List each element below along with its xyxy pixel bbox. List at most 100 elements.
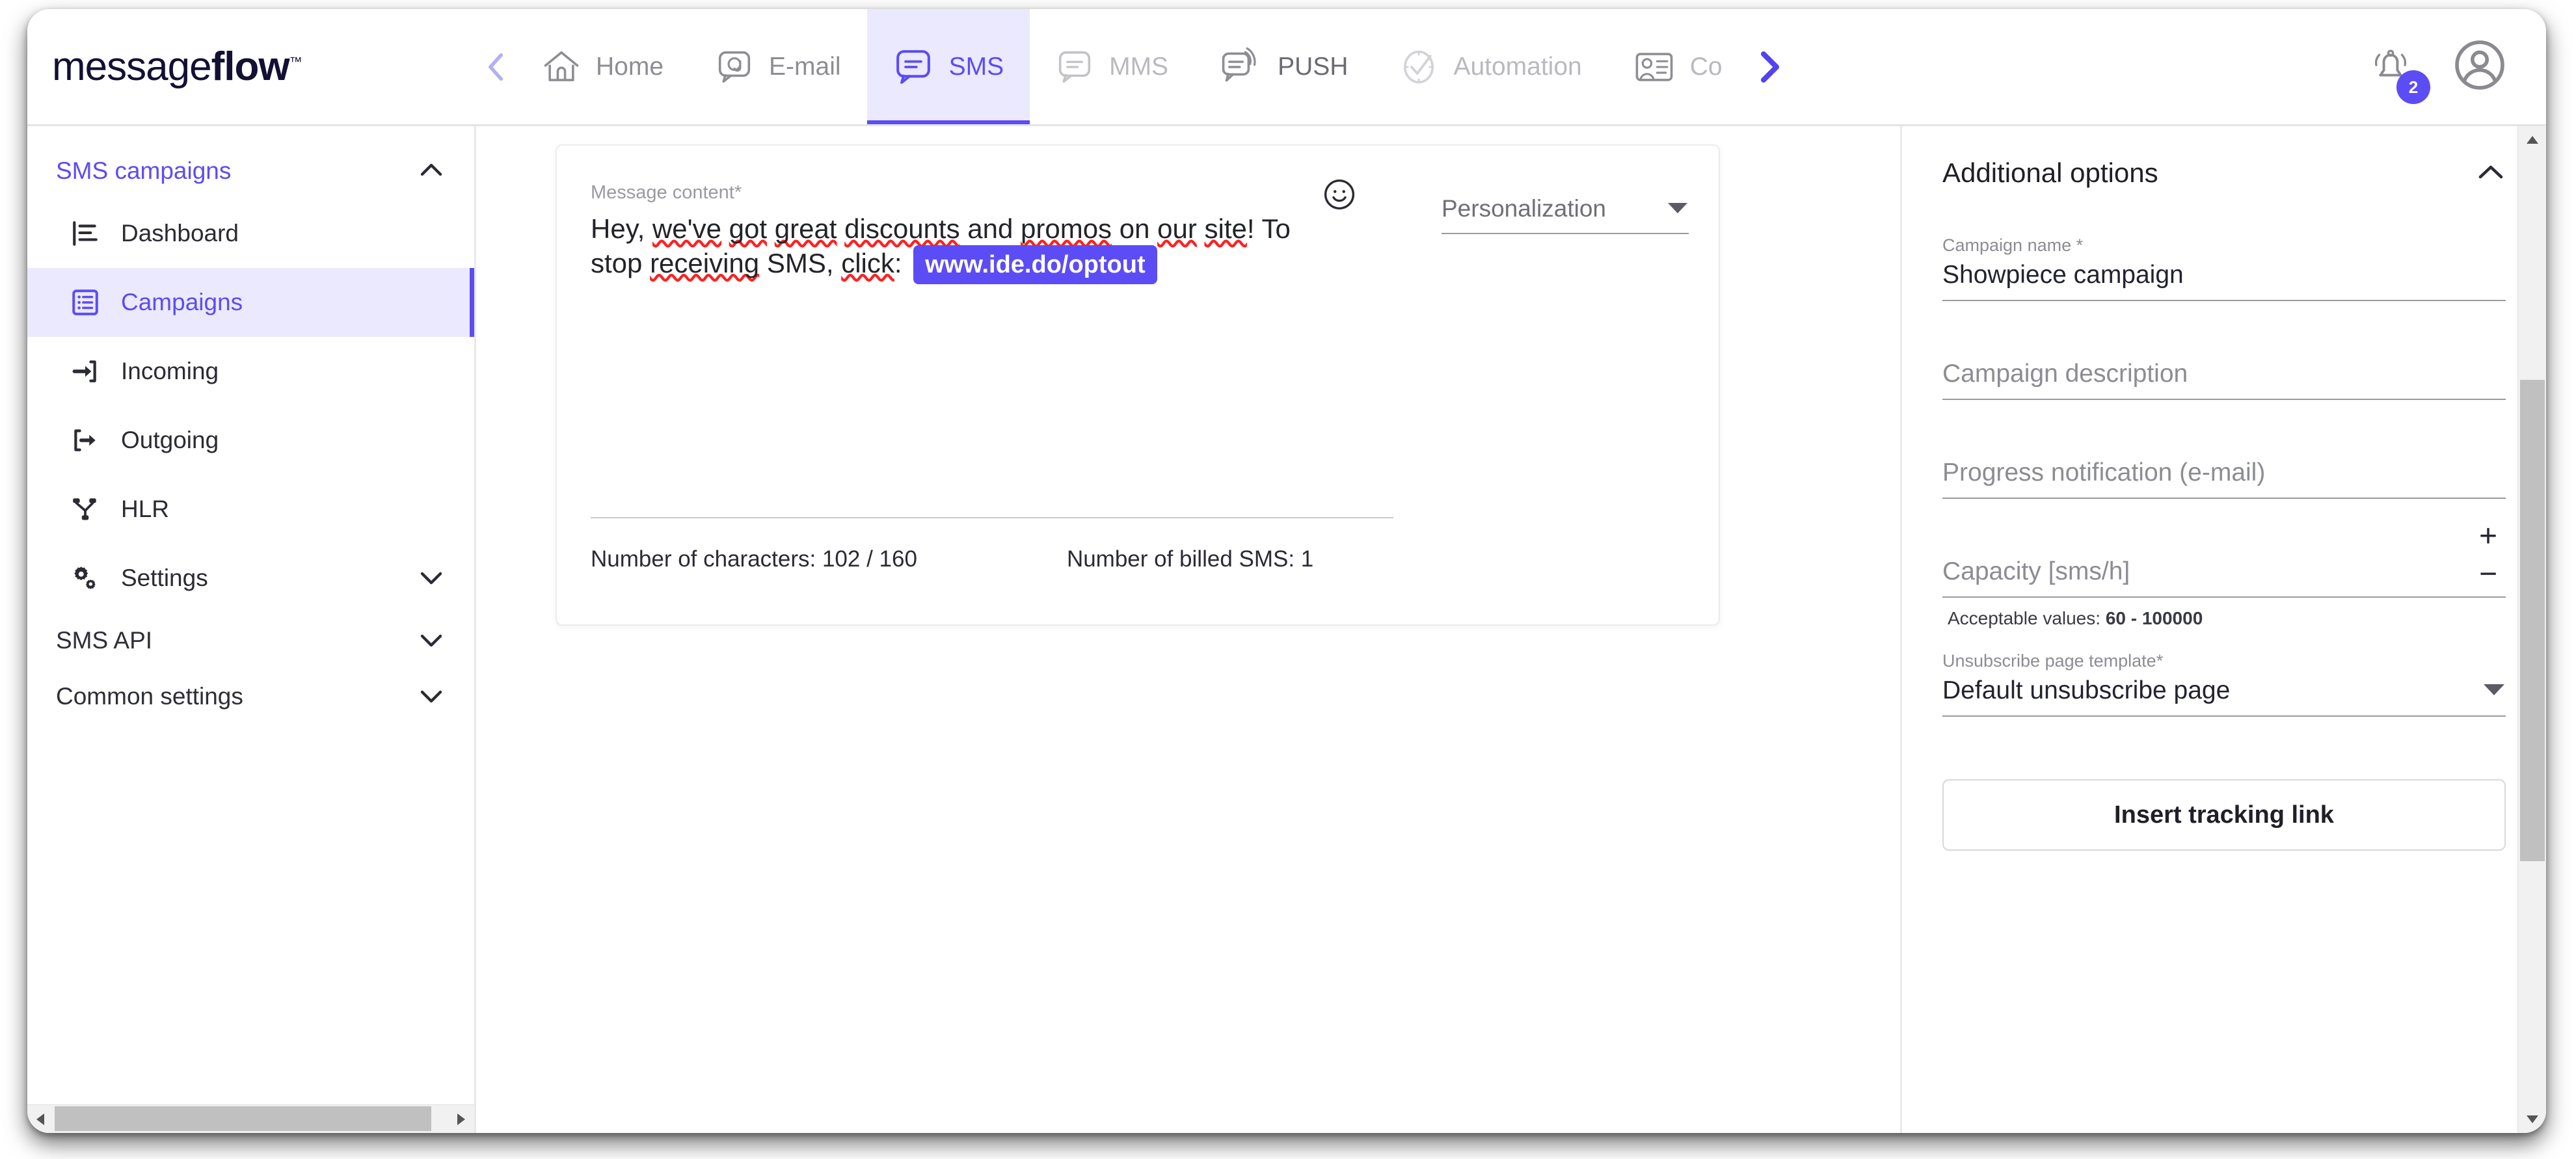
campaign-name-value: Showpiece campaign — [1942, 261, 2184, 289]
message-composer-area: Message content* Hey, we've got great di… — [476, 126, 1902, 1133]
contact-card-icon — [1634, 48, 1674, 86]
tab-contacts[interactable]: Co — [1608, 9, 1749, 124]
campaign-description-field[interactable]: Campaign description — [1942, 360, 2506, 400]
caret-down-icon — [1667, 200, 1689, 218]
tab-automation-label: Automation — [1453, 52, 1582, 81]
sidebar-group-sms-api[interactable]: SMS API — [27, 613, 474, 669]
capacity-field[interactable]: Capacity [sms/h] + − Acceptable values: … — [1942, 521, 2506, 629]
billed-sms-count: Number of billed SMS: 1 — [1066, 546, 1314, 572]
hscroll-thumb[interactable] — [55, 1106, 431, 1131]
personalization-dropdown[interactable]: Personalization — [1442, 195, 1689, 234]
account-button[interactable] — [2452, 38, 2507, 96]
additional-options-title: Additional options — [1942, 157, 2158, 188]
msg-text-weve: we've — [652, 213, 721, 244]
campaign-name-label: Campaign name * — [1942, 235, 2084, 255]
personalization-label: Personalization — [1442, 195, 1606, 222]
msg-text-great: great — [774, 213, 837, 244]
content-vertical-scrollbar[interactable] — [2517, 126, 2546, 1133]
msg-text-sms: SMS, — [759, 247, 842, 278]
msg-text-excl: ! To — [1246, 213, 1291, 244]
app-body: SMS campaigns Dashboard Campaigns Incomi… — [27, 126, 2546, 1133]
chevron-down-icon — [418, 687, 444, 707]
mms-bubble-icon — [1056, 48, 1093, 86]
email-bubble-icon — [716, 48, 753, 86]
notification-badge: 2 — [2396, 70, 2430, 104]
additional-options-header[interactable]: Additional options — [1942, 157, 2506, 189]
scroll-up-arrow[interactable] — [2518, 126, 2546, 155]
gears-icon — [69, 563, 101, 593]
unsubscribe-template-label: Unsubscribe page template* — [1942, 651, 2164, 671]
unsubscribe-template-value: Default unsubscribe page — [1942, 676, 2231, 704]
msg-text-colon: : — [894, 247, 910, 278]
capacity-helper-range: 60 - 100000 — [2105, 608, 2203, 628]
sidebar-horizontal-scrollbar[interactable] — [27, 1104, 474, 1133]
tab-mms[interactable]: MMS — [1030, 9, 1194, 124]
campaign-name-underline — [1942, 300, 2506, 301]
tab-sms[interactable]: SMS — [866, 9, 1030, 124]
campaign-description-placeholder: Campaign description — [1942, 360, 2188, 388]
nav-scroll-right-button[interactable] — [1749, 9, 1789, 124]
sidebar-item-dashboard[interactable]: Dashboard — [27, 199, 474, 268]
unsubscribe-template-field[interactable]: Unsubscribe page template* Default unsub… — [1942, 651, 2506, 717]
capacity-helper-text: Acceptable values: 60 - 100000 — [1942, 598, 2506, 629]
sidebar-item-hlr-label: HLR — [121, 496, 170, 522]
user-avatar-icon — [2452, 40, 2507, 95]
insert-tracking-link-button[interactable]: Insert tracking link — [1942, 779, 2506, 851]
sidebar-item-hlr[interactable]: HLR — [27, 475, 474, 544]
nav-tabs: Home E-mail SMS MMS PUSH Automation Co — [517, 9, 2339, 124]
msg-text-promos: promos — [1021, 213, 1112, 244]
list-box-icon — [69, 287, 101, 317]
topbar-right-actions: 2 — [2339, 9, 2546, 124]
logo-bold-part: flow — [211, 44, 290, 89]
tab-home-label: Home — [596, 52, 664, 81]
hscroll-track[interactable] — [55, 1105, 447, 1134]
msg-text-click: click — [841, 247, 894, 278]
msg-sp2 — [767, 213, 775, 244]
scroll-down-arrow[interactable] — [2518, 1104, 2546, 1133]
emoji-picker-button[interactable] — [1322, 177, 1357, 215]
message-content-textarea[interactable]: Hey, we've got great discounts and promo… — [591, 213, 1313, 285]
capacity-stepper: + − — [2471, 521, 2506, 590]
sidebar-item-incoming[interactable]: Incoming — [27, 337, 474, 406]
sidebar-item-campaigns[interactable]: Campaigns — [27, 268, 474, 337]
progress-notification-field[interactable]: Progress notification (e-mail) — [1942, 459, 2506, 499]
tab-automation[interactable]: Automation — [1374, 9, 1607, 124]
tab-push[interactable]: PUSH — [1194, 9, 1374, 124]
nav-scroll-left-button[interactable] — [476, 9, 517, 124]
msg-text-1: Hey, — [591, 213, 652, 244]
sidebar-item-incoming-label: Incoming — [121, 358, 219, 384]
msg-text-receiving: receiving — [650, 247, 760, 278]
sidebar-scroll-container: SMS campaigns Dashboard Campaigns Incomi… — [27, 126, 474, 725]
tab-sms-label: SMS — [948, 52, 1004, 81]
msg-text-our: our — [1157, 213, 1197, 244]
capacity-decrease-button[interactable]: − — [2471, 559, 2506, 590]
capacity-increase-button[interactable]: + — [2471, 521, 2506, 552]
scroll-right-arrow[interactable] — [447, 1105, 474, 1134]
msg-sp1 — [721, 213, 729, 244]
sidebar-item-outgoing-label: Outgoing — [121, 427, 219, 453]
scroll-left-arrow[interactable] — [27, 1105, 55, 1134]
top-navigation-bar: messageflow™ Home E-mail SMS MMS PUSH Au… — [27, 9, 2546, 126]
tab-push-label: PUSH — [1278, 52, 1348, 81]
sidebar-section-sms-campaigns[interactable]: SMS campaigns — [27, 143, 474, 199]
notifications-button[interactable]: 2 — [2365, 40, 2430, 104]
vscroll-thumb[interactable] — [2520, 380, 2545, 861]
chevron-down-icon — [418, 568, 444, 589]
brand-logo[interactable]: messageflow™ — [27, 9, 476, 124]
sidebar-group-sms-api-label: SMS API — [56, 627, 153, 654]
sidebar-item-settings-label: Settings — [121, 565, 208, 591]
campaign-name-field[interactable]: Campaign name * Showpiece campaign — [1942, 235, 2506, 301]
sidebar-item-dashboard-label: Dashboard — [121, 220, 239, 246]
tab-home[interactable]: Home — [517, 9, 690, 124]
main-content-region: Message content* Hey, we've got great di… — [476, 126, 2546, 1133]
app-window: messageflow™ Home E-mail SMS MMS PUSH Au… — [27, 9, 2546, 1133]
optout-link-chip[interactable]: www.ide.do/optout — [913, 245, 1157, 285]
sidebar-item-settings[interactable]: Settings — [27, 544, 474, 613]
sidebar-group-common-settings[interactable]: Common settings — [27, 669, 474, 725]
chevron-left-icon — [482, 49, 511, 85]
sidebar-item-outgoing[interactable]: Outgoing — [27, 406, 474, 475]
tab-email[interactable]: E-mail — [690, 9, 867, 124]
unsubscribe-template-underline — [1942, 715, 2506, 717]
